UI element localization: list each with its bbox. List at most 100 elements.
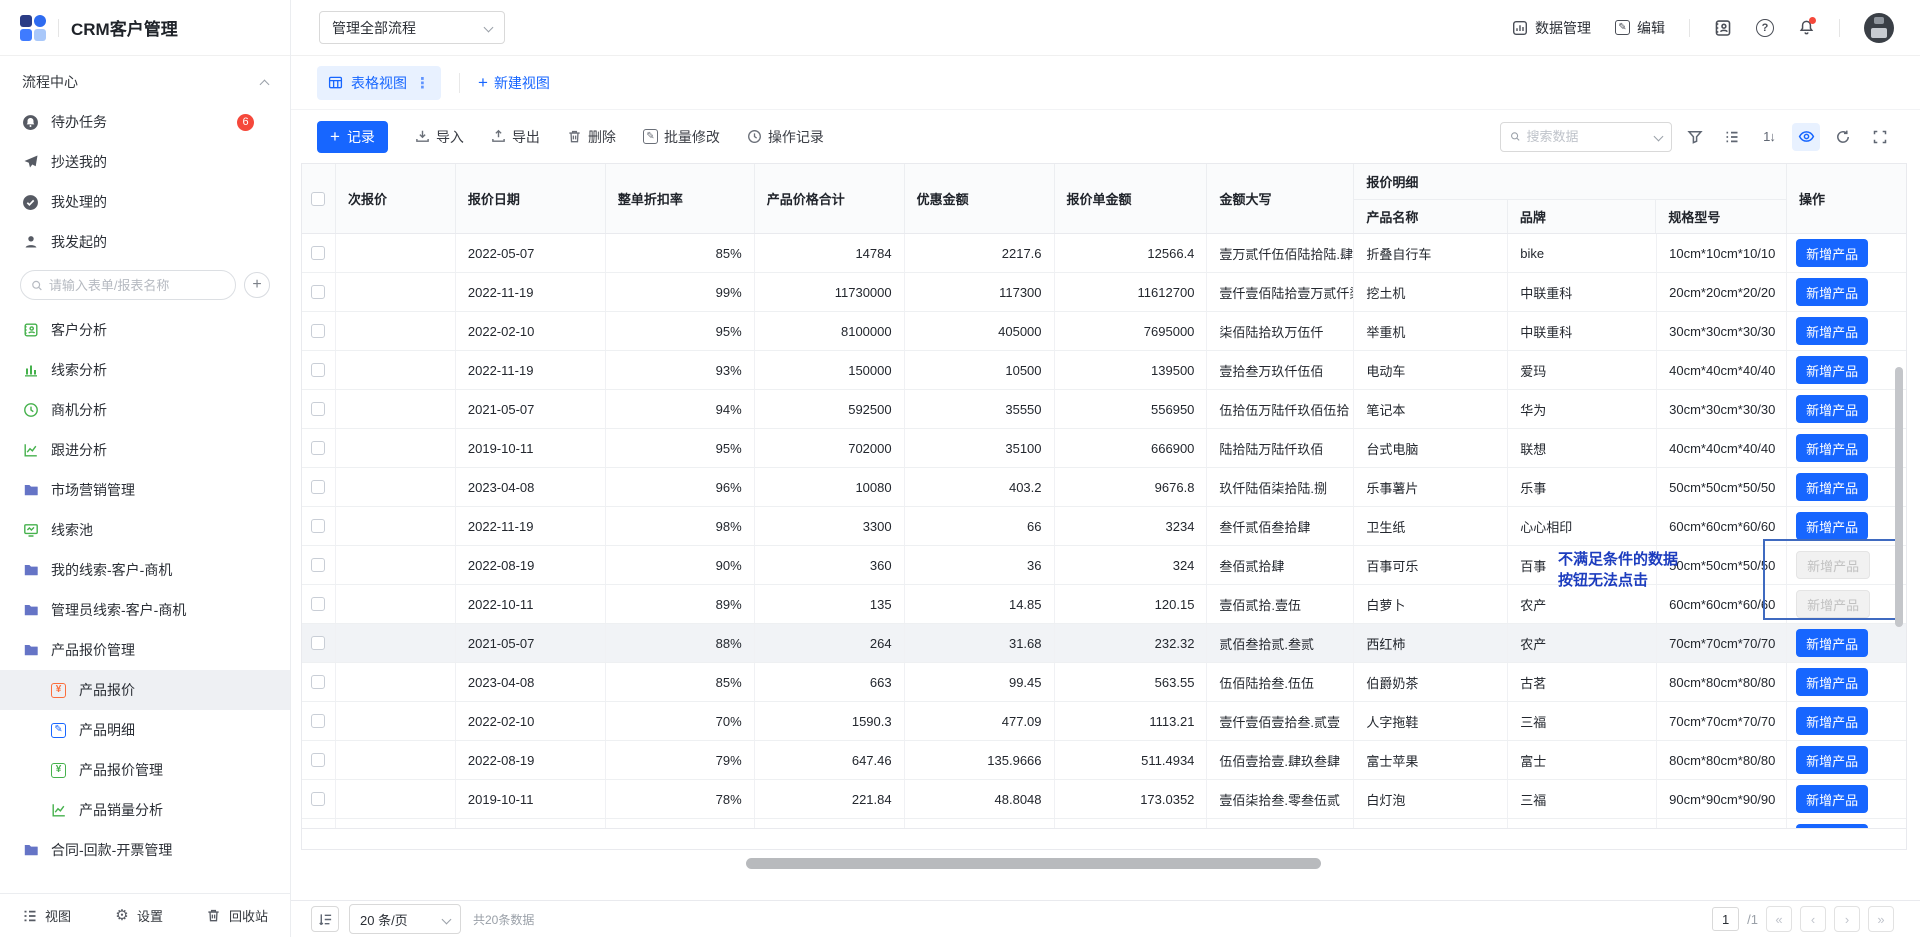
add-product-button[interactable]: 新增产品 [1796,317,1868,345]
cell-total: 150000 [755,351,905,389]
new-view-button[interactable]: + 新建视图 [478,73,550,93]
cell-total: 11730000 [755,273,905,311]
row-checkbox[interactable] [311,519,325,533]
add-product-button[interactable]: 新增产品 [1796,473,1868,501]
prev-page-button[interactable]: ‹ [1800,906,1826,932]
sidebar-item-task-3[interactable]: 我发起的 [0,222,290,262]
add-product-button[interactable]: 新增产品 [1796,512,1868,540]
delete-button[interactable]: 删除 [567,127,616,147]
sidebar-item-3[interactable]: 跟进分析 [0,430,290,470]
add-record-button[interactable]: + 记录 [317,121,388,153]
sidebar-item-9[interactable]: ¥产品报价 [0,670,290,710]
last-page-button[interactable]: » [1868,906,1894,932]
contacts-button[interactable] [1714,19,1732,37]
add-product-button[interactable]: 新增产品 [1796,356,1868,384]
flow-select[interactable]: 管理全部流程 [319,11,505,44]
row-checkbox[interactable] [311,402,325,416]
batch-edit-button[interactable]: ✎ 批量修改 [643,127,720,147]
paper-plane-icon [22,154,39,171]
cell-product: 冰块冰箱 [1354,819,1508,829]
cell-total: 592500 [755,390,905,428]
add-product-button[interactable]: 新增产品 [1796,239,1868,267]
sidebar-item-2[interactable]: 商机分析 [0,390,290,430]
sidebar-item-4[interactable]: 市场营销管理 [0,470,290,510]
sidebar-item-10[interactable]: ✎产品明细 [0,710,290,750]
sidebar-footer-1[interactable]: ⚙设置 [114,906,163,925]
sidebar-item-label: 市场营销管理 [51,480,135,500]
sidebar-item-6[interactable]: 我的线索-客户-商机 [0,550,290,590]
edit-button[interactable]: ✎ 编辑 [1615,18,1665,38]
sidebar-item-task-0[interactable]: 待办任务6 [0,102,290,142]
add-form-button[interactable]: + [244,272,270,298]
export-button[interactable]: 导出 [491,127,540,147]
row-checkbox[interactable] [311,597,325,611]
sidebar-item-1[interactable]: 线索分析 [0,350,290,390]
add-product-button[interactable]: 新增产品 [1796,707,1868,735]
list-settings-button[interactable] [1718,123,1746,151]
sidebar-item-8[interactable]: 产品报价管理 [0,630,290,670]
first-page-button[interactable]: « [1766,906,1792,932]
horizontal-scrollbar[interactable] [746,858,1321,869]
sidebar-search[interactable] [20,270,236,300]
cell-discount: 93% [606,351,755,389]
sidebar-item-task-1[interactable]: 抄送我的 [0,142,290,182]
sidebar-item-11[interactable]: ¥产品报价管理 [0,750,290,790]
filter-button[interactable] [1681,123,1709,151]
cell-second-quote [336,468,456,506]
view-options-icon[interactable]: ⋮ [415,74,430,92]
sidebar-item-5[interactable]: 线索池 [0,510,290,550]
sidebar-item-13[interactable]: 合同-回款-开票管理 [0,830,290,870]
row-checkbox[interactable] [311,636,325,650]
data-manage-button[interactable]: 数据管理 [1512,18,1591,38]
flow-select-value: 管理全部流程 [332,18,416,38]
sidebar-item-0[interactable]: 客户分析 [0,310,290,350]
vertical-scrollbar[interactable] [1895,367,1903,627]
tab-table-view[interactable]: 表格视图 ⋮ [317,66,441,100]
sidebar-item-7[interactable]: 管理员线索-客户-商机 [0,590,290,630]
row-checkbox[interactable] [311,480,325,494]
add-product-button[interactable]: 新增产品 [1796,668,1868,696]
notifications-button[interactable] [1798,19,1815,36]
row-checkbox[interactable] [311,324,325,338]
row-checkbox[interactable] [311,441,325,455]
table-search[interactable] [1500,122,1672,152]
select-all-checkbox[interactable] [311,192,325,206]
add-product-button[interactable]: 新增产品 [1796,746,1868,774]
row-checkbox[interactable] [311,363,325,377]
row-checkbox[interactable] [311,285,325,299]
sidebar-item-task-2[interactable]: 我处理的 [0,182,290,222]
page-size-select[interactable]: 20 条/页 [349,904,461,934]
next-page-button[interactable]: › [1834,906,1860,932]
cell-amount-caps: 壹佰柒拾叁.零叁伍贰 [1207,780,1354,818]
row-checkbox[interactable] [311,558,325,572]
row-checkbox[interactable] [311,714,325,728]
row-checkbox[interactable] [311,246,325,260]
section-process-center[interactable]: 流程中心 [0,62,290,102]
fullscreen-button[interactable] [1866,123,1894,151]
cell-discount-amount: 35550 [905,390,1055,428]
sidebar-footer-0[interactable]: 视图 [22,906,71,925]
refresh-button[interactable] [1829,123,1857,151]
row-checkbox[interactable] [311,792,325,806]
sidebar-item-12[interactable]: 产品销量分析 [0,790,290,830]
add-product-button[interactable]: 新增产品 [1796,278,1868,306]
sort-button[interactable]: 1↓ [1755,123,1783,151]
sidebar-footer-2[interactable]: 回收站 [206,906,268,925]
add-product-button[interactable]: 新增产品 [1796,629,1868,657]
row-checkbox[interactable] [311,675,325,689]
add-product-button[interactable]: 新增产品 [1796,395,1868,423]
help-button[interactable]: ? [1756,19,1774,37]
avatar[interactable] [1864,13,1894,43]
add-product-button[interactable]: 新增产品 [1796,434,1868,462]
current-page-input[interactable]: 1 [1712,907,1739,931]
row-checkbox[interactable] [311,753,325,767]
sidebar-search-input[interactable] [49,278,225,293]
show-hide-fields-button[interactable] [1792,123,1820,151]
operation-log-button[interactable]: 操作记录 [747,127,824,147]
cell-amount-caps: 叁佰贰拾肆 [1207,546,1354,584]
table-search-input[interactable] [1526,129,1649,144]
screen-icon [22,522,39,539]
add-product-button[interactable]: 新增产品 [1796,785,1868,813]
row-height-button[interactable] [311,906,339,932]
import-button[interactable]: 导入 [415,127,464,147]
